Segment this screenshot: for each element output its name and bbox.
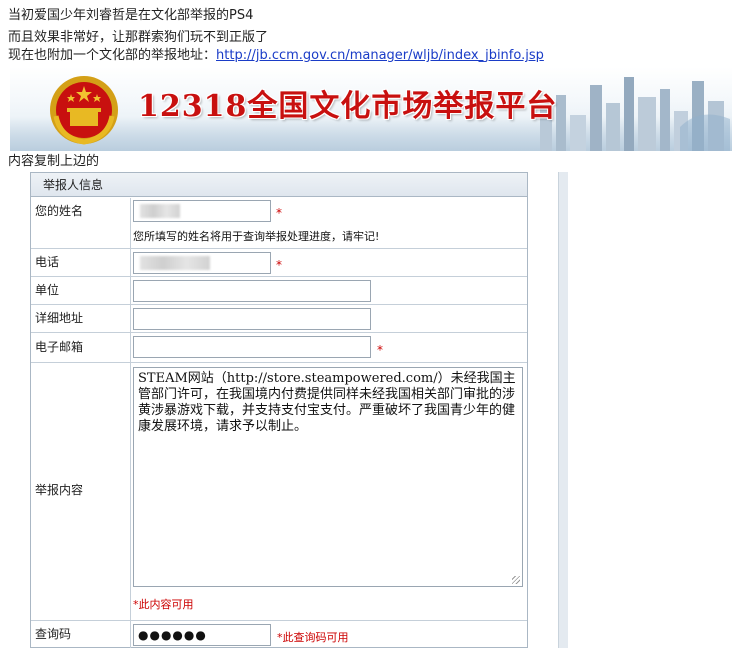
address-input[interactable] xyxy=(133,308,371,330)
banner-title: 12318全国文化市场举报平台 xyxy=(138,89,558,124)
phone-input[interactable] xyxy=(133,252,271,274)
form-row-unit: 单位 xyxy=(31,277,527,305)
phone-required-mark: * xyxy=(276,258,282,272)
post-line-1: 当初爱国少年刘睿哲是在文化部举报的PS4 xyxy=(8,8,254,23)
redacted-phone xyxy=(140,256,210,270)
content-valid-note: *此内容可用 xyxy=(133,598,194,611)
email-label: 电子邮箱 xyxy=(31,333,131,362)
query-code-label: 查询码 xyxy=(31,621,131,648)
national-emblem-icon xyxy=(50,76,118,145)
name-required-mark: * xyxy=(276,206,282,220)
section-header-reporter-info: 举报人信息 xyxy=(31,173,527,197)
name-input[interactable] xyxy=(133,200,271,222)
form-row-content: 举报内容 STEAM网站（http://store.steampowered.c… xyxy=(31,363,527,621)
email-input[interactable] xyxy=(133,336,371,358)
form-row-name: 您的姓名 * 您所填写的姓名将用于查询举报处理进度，请牢记! xyxy=(31,198,527,249)
resize-grip-icon[interactable] xyxy=(512,576,520,584)
name-label: 您的姓名 xyxy=(31,198,131,248)
address-label: 详细地址 xyxy=(31,305,131,332)
form-row-query-code: 查询码 ●●●●●● *此查询码可用 xyxy=(31,621,527,648)
unit-input[interactable] xyxy=(133,280,371,302)
content-textarea[interactable]: STEAM网站（http://store.steampowered.com/）未… xyxy=(133,367,523,587)
post-line-3-prefix: 现在也附加一个文化部的举报地址： xyxy=(8,48,217,63)
site-banner: 12318全国文化市场举报平台 xyxy=(10,67,732,151)
content-label: 举报内容 xyxy=(31,363,131,620)
form-row-address: 详细地址 xyxy=(31,305,527,333)
post-line-3: 现在也附加一个文化部的举报地址：http://jb.ccm.gov.cn/man… xyxy=(8,48,544,64)
query-code-input[interactable]: ●●●●●● xyxy=(133,624,271,646)
query-code-valid-note: *此查询码可用 xyxy=(277,631,349,644)
form-row-email: 电子邮箱 * xyxy=(31,333,527,363)
city-skyline-icon xyxy=(540,77,730,151)
report-url-link[interactable]: http://jb.ccm.gov.cn/manager/wljb/index_… xyxy=(216,48,544,63)
post-line-2: 而且效果非常好，让那群索狗们玩不到正版了 xyxy=(8,30,269,45)
unit-label: 单位 xyxy=(31,277,131,304)
email-required-mark: * xyxy=(377,343,383,357)
report-form: 举报人信息 您的姓名 * 您所填写的姓名将用于查询举报处理进度，请牢记! 电话 … xyxy=(30,172,528,648)
page-scrollbar[interactable] xyxy=(558,172,568,648)
phone-label: 电话 xyxy=(31,249,131,276)
redacted-name xyxy=(140,204,180,218)
content-text: STEAM网站（http://store.steampowered.com/）未… xyxy=(138,371,516,434)
form-row-phone: 电话 * xyxy=(31,249,527,277)
caption-text: 内容复制上边的 xyxy=(8,154,100,169)
name-hint: 您所填写的姓名将用于查询举报处理进度，请牢记! xyxy=(133,230,380,243)
